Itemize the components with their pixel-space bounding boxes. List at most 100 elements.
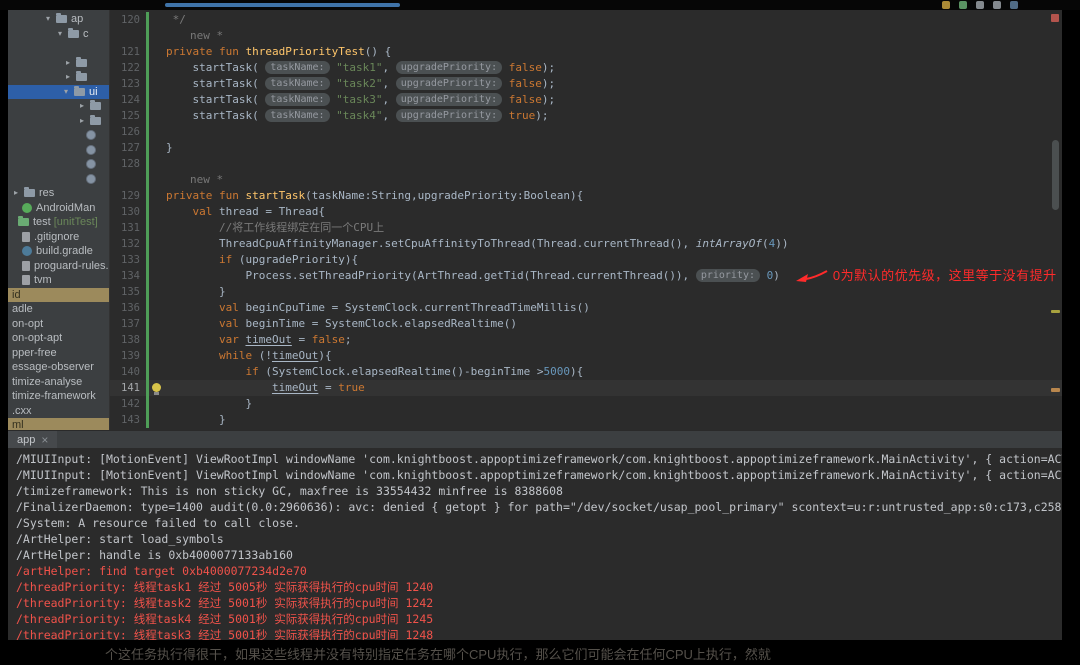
line-number: 135 — [110, 284, 146, 300]
tree-item-pper-free[interactable]: pper-free — [8, 346, 109, 361]
code-token: false — [312, 333, 345, 346]
chevron-right-icon[interactable]: ▸ — [66, 56, 76, 70]
code-token: private — [166, 189, 219, 202]
intention-bulb-icon[interactable] — [152, 383, 162, 395]
code-line-138[interactable]: 138 var timeOut = false; — [110, 332, 1062, 348]
code-token: intArrayOf — [696, 237, 762, 250]
tree-item-timize-framework[interactable]: timize-framework — [8, 389, 109, 404]
code-line[interactable]: new * — [110, 172, 1062, 188]
tree-item-test[interactable]: test[unitTest] — [8, 215, 109, 230]
code-text: startTask( taskName: "task3", upgradePri… — [146, 92, 1062, 108]
code-line-139[interactable]: 139 while (!timeOut){ — [110, 348, 1062, 364]
stripe-mark-warning[interactable] — [1051, 310, 1060, 313]
toolbar-icon[interactable] — [942, 1, 950, 9]
chevron-down-icon[interactable]: ▾ — [46, 12, 56, 26]
code-token: */ — [166, 13, 186, 26]
code-line-132[interactable]: 132 ThreadCpuAffinityManager.setCpuAffin… — [110, 236, 1062, 252]
code-line[interactable]: new * — [110, 28, 1062, 44]
tree-item[interactable]: ▸ — [8, 70, 109, 85]
code-line-122[interactable]: 122 startTask( taskName: "task1", upgrad… — [110, 60, 1062, 76]
console-tab-app[interactable]: app × — [8, 431, 57, 448]
folder-icon — [56, 15, 67, 23]
tree-item-res[interactable]: ▸res — [8, 186, 109, 201]
parameter-hint: taskName: — [265, 109, 329, 122]
code-line-127[interactable]: 127} — [110, 140, 1062, 156]
code-token: 0 — [760, 269, 773, 282]
tree-item[interactable]: ▸ — [8, 99, 109, 114]
tree-item[interactable] — [8, 128, 109, 143]
line-number: 128 — [110, 156, 146, 172]
code-text: startTask( taskName: "task2", upgradePri… — [146, 76, 1062, 92]
code-text: private fun threadPriorityTest() { — [146, 44, 1062, 60]
tree-item-on-opt-apt[interactable]: on-opt-apt — [8, 331, 109, 346]
code-line-120[interactable]: 120 */ — [110, 12, 1062, 28]
line-number: 133 — [110, 252, 146, 268]
chevron-right-icon[interactable]: ▸ — [66, 70, 76, 84]
tree-item-label: timize-analyse — [12, 376, 82, 388]
tree-item-build.gradle[interactable]: build.gradle — [8, 244, 109, 259]
code-line-121[interactable]: 121private fun threadPriorityTest() { — [110, 44, 1062, 60]
code-line-140[interactable]: 140 if (SystemClock.elapsedRealtime()-be… — [110, 364, 1062, 380]
toolbar-icon[interactable] — [959, 1, 967, 9]
code-token — [166, 333, 219, 346]
code-line-125[interactable]: 125 startTask( taskName: "task4", upgrad… — [110, 108, 1062, 124]
tree-item-.cxx[interactable]: .cxx — [8, 404, 109, 419]
tree-item[interactable] — [8, 41, 109, 56]
editor[interactable]: 120 */new *121private fun threadPriority… — [110, 10, 1062, 430]
code-token: ){ — [570, 365, 583, 378]
tree-item-ml[interactable]: ml — [8, 418, 109, 430]
parameter-hint: taskName: — [265, 61, 329, 74]
toolbar-icon[interactable] — [976, 1, 984, 9]
close-icon[interactable]: × — [41, 435, 48, 445]
tree-item-essage-observer[interactable]: essage-observer — [8, 360, 109, 375]
tree-item[interactable] — [8, 157, 109, 172]
toolbar-icon[interactable] — [993, 1, 1001, 9]
tree-item[interactable] — [8, 172, 109, 187]
code-line-143[interactable]: 143 } — [110, 412, 1062, 428]
tree-item-.gitignore[interactable]: .gitignore — [8, 230, 109, 245]
code-line-123[interactable]: 123 startTask( taskName: "task2", upgrad… — [110, 76, 1062, 92]
chevron-right-icon[interactable]: ▸ — [80, 99, 90, 113]
code-line-130[interactable]: 130 val thread = Thread{ — [110, 204, 1062, 220]
code-line-126[interactable]: 126 — [110, 124, 1062, 140]
code-line-134[interactable]: 134 Process.setThreadPriority(ArtThread.… — [110, 268, 1062, 284]
tree-item[interactable] — [8, 143, 109, 158]
tree-item-proguard-rules.pro[interactable]: proguard-rules.pro — [8, 259, 109, 274]
code-token — [166, 205, 193, 218]
code-line-128[interactable]: 128 — [110, 156, 1062, 172]
code-text: startTask( taskName: "task4", upgradePri… — [146, 108, 1062, 124]
chevron-right-icon[interactable]: ▸ — [14, 186, 24, 200]
chevron-right-icon[interactable]: ▸ — [80, 114, 90, 128]
console-line: /artHelper: find target 0xb4000077234d2e… — [16, 563, 1062, 579]
tree-item-c[interactable]: ▾c — [8, 27, 109, 42]
tree-item-timize-analyse[interactable]: timize-analyse — [8, 375, 109, 390]
tree-item-tvm[interactable]: tvm — [8, 273, 109, 288]
code-line-136[interactable]: 136 val beginCpuTime = SystemClock.curre… — [110, 300, 1062, 316]
code-line-137[interactable]: 137 val beginTime = SystemClock.elapsedR… — [110, 316, 1062, 332]
code-text: private fun startTask(taskName:String,up… — [146, 188, 1062, 204]
tree-item-AndroidMan[interactable]: AndroidMan — [8, 201, 109, 216]
code-line-131[interactable]: 131 //将工作线程绑定在同一个CPU上 — [110, 220, 1062, 236]
code-line-124[interactable]: 124 startTask( taskName: "task3", upgrad… — [110, 92, 1062, 108]
stripe-mark-warning[interactable] — [1051, 388, 1060, 392]
chevron-down-icon[interactable]: ▾ — [64, 85, 74, 99]
tree-item-id[interactable]: id — [8, 288, 109, 303]
code-token: beginTime = SystemClock.elapsedRealtime(… — [245, 317, 517, 330]
toolbar-icon[interactable] — [1010, 1, 1018, 9]
code-line-129[interactable]: 129private fun startTask(taskName:String… — [110, 188, 1062, 204]
chevron-down-icon[interactable]: ▾ — [58, 27, 68, 41]
code-token: startTask( — [166, 77, 265, 90]
code-line-142[interactable]: 142 } — [110, 396, 1062, 412]
code-line-133[interactable]: 133 if (upgradePriority){ — [110, 252, 1062, 268]
tree-item-ap[interactable]: ▾ap — [8, 12, 109, 27]
tree-item-ui[interactable]: ▾ui — [8, 85, 109, 100]
tree-item-on-opt[interactable]: on-opt — [8, 317, 109, 332]
tree-item[interactable]: ▸ — [8, 56, 109, 71]
code-token: timeOut — [272, 349, 318, 362]
code-line-141[interactable]: 141 timeOut = true — [110, 380, 1062, 396]
scrollbar-thumb[interactable] — [1052, 140, 1059, 210]
tree-item-adle[interactable]: adle — [8, 302, 109, 317]
tree-item[interactable]: ▸ — [8, 114, 109, 129]
analysis-status-icon[interactable] — [1051, 14, 1059, 22]
code-line-135[interactable]: 135 } — [110, 284, 1062, 300]
